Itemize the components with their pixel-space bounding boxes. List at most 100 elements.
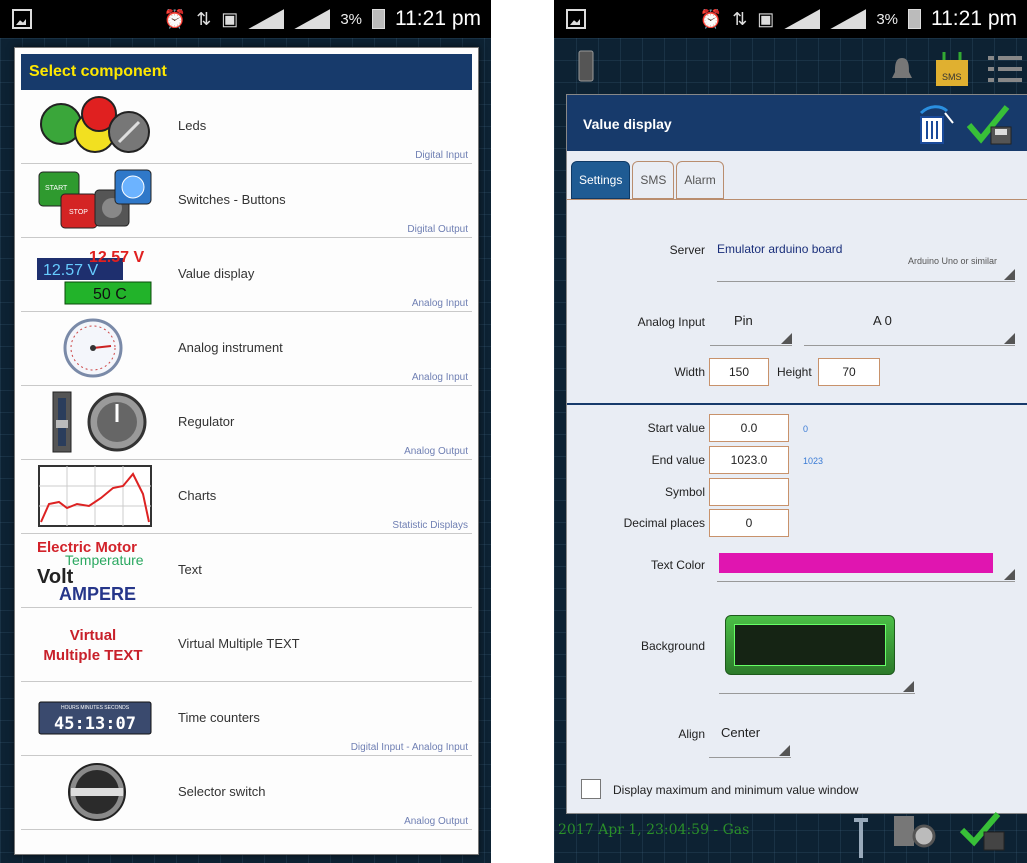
time-counters-icon: HOURS MINUTES SECONDS 45:13:07 <box>38 701 152 735</box>
tab-alarm[interactable]: Alarm <box>676 161 724 199</box>
status-bar: ⏰ ⇅ ▣ 3% 11:21 pm <box>554 0 1027 38</box>
svg-text:STOP: STOP <box>69 209 88 216</box>
component-name: Switches - Buttons <box>178 192 286 207</box>
regulator-icon <box>52 391 147 453</box>
save-bottom-icon[interactable] <box>958 812 1008 852</box>
text-icon: Electric Motor Temperature Volt AMPERE <box>37 539 144 602</box>
decimal-places-field[interactable]: 0 <box>709 509 789 537</box>
text-color-dropdown-arrow-icon[interactable] <box>1004 569 1015 580</box>
text-color-swatch[interactable] <box>719 553 993 573</box>
component-category: Digital Input - Analog Input <box>350 742 468 753</box>
battery-percent: 3% <box>340 10 362 28</box>
component-regulator[interactable]: Regulator Analog Output <box>21 386 472 460</box>
component-charts[interactable]: Charts Statistic Displays <box>21 460 472 534</box>
device-icon[interactable] <box>578 50 594 82</box>
component-switches-buttons[interactable]: START STOP Switches - Buttons Digital Ou… <box>21 164 472 238</box>
footer-status: 2017 Apr 1, 23:04:59 - Gas <box>558 822 750 838</box>
component-name: Charts <box>178 488 217 503</box>
analog-instrument-icon <box>63 318 123 378</box>
workspace-toolbar: SMS <box>554 38 1027 94</box>
component-category: Analog Output <box>404 816 468 827</box>
select-component-dialog: Select component Leds Digital Input STAR… <box>14 47 479 855</box>
component-leds[interactable]: Leds Digital Input <box>21 90 472 164</box>
symbol-label: Symbol <box>664 485 705 499</box>
server-value[interactable]: Emulator arduino board <box>717 242 842 256</box>
save-icon[interactable] <box>967 105 1013 145</box>
background-dropdown-line <box>719 693 915 694</box>
component-name: Selector switch <box>178 784 266 799</box>
pole-icon <box>854 818 868 858</box>
background-dropdown-arrow-icon[interactable] <box>903 681 914 692</box>
menu-icon[interactable] <box>988 54 1022 84</box>
sim-icon: ▣ <box>757 8 775 29</box>
selector-switch-icon <box>68 763 126 821</box>
start-value-hint: 0 <box>803 424 809 434</box>
align-dropdown-line <box>709 757 791 758</box>
start-value-field[interactable]: 0.0 <box>709 414 789 442</box>
component-selector-switch[interactable]: Selector switch Analog Output <box>21 756 472 830</box>
end-value-field[interactable]: 1023.0 <box>709 446 789 474</box>
battery-percent: 3% <box>876 10 898 28</box>
tab-sms[interactable]: SMS <box>632 161 675 199</box>
component-list: Leds Digital Input START STOP Switches -… <box>21 90 472 830</box>
tab-underline <box>567 199 1027 200</box>
align-label: Align <box>678 727 705 741</box>
pin-dropdown-arrow-icon[interactable] <box>781 333 792 344</box>
tab-bar: Settings SMS Alarm <box>571 161 724 199</box>
pin-label[interactable]: Pin <box>734 313 753 328</box>
background-label: Background <box>640 639 705 653</box>
dialog-title: Value display <box>583 116 672 132</box>
preview-text-d: AMPERE <box>59 584 136 602</box>
align-dropdown-arrow-icon[interactable] <box>779 745 790 756</box>
server-dropdown-arrow-icon[interactable] <box>1004 269 1015 280</box>
symbol-field[interactable] <box>709 478 789 506</box>
component-category: Digital Input <box>415 150 468 161</box>
component-name: Virtual Multiple TEXT <box>178 636 300 651</box>
preview-v1: 12.57 V <box>89 249 144 266</box>
clock: 11:21 pm <box>395 7 481 30</box>
tab-settings[interactable]: Settings <box>571 161 631 199</box>
align-value[interactable]: Center <box>721 725 760 740</box>
pin-value[interactable]: A 0 <box>873 313 892 328</box>
preview-tc-labels: HOURS MINUTES SECONDS <box>61 705 130 711</box>
component-category: Analog Input <box>411 298 468 309</box>
width-field[interactable]: 150 <box>709 358 769 386</box>
signal-icon <box>784 9 820 29</box>
left-screen: ⏰ ⇅ ▣ 3% 11:21 pm Select component Leds <box>0 0 491 863</box>
component-name: Leds <box>178 118 207 133</box>
sms-icon[interactable]: SMS <box>934 50 970 88</box>
preview-vm-b: Multiple TEXT <box>43 647 142 664</box>
alarm-icon: ⏰ <box>163 8 187 29</box>
section-divider <box>567 403 1027 405</box>
settings-gear-icon[interactable] <box>894 812 938 852</box>
component-virtual-multiple-text[interactable]: Virtual Multiple TEXT Virtual Multiple T… <box>21 608 472 682</box>
component-time-counters[interactable]: HOURS MINUTES SECONDS 45:13:07 Time coun… <box>21 682 472 756</box>
background-preview[interactable] <box>725 615 895 675</box>
preview-t: 50 C <box>93 286 127 303</box>
component-name: Value display <box>178 266 255 281</box>
analog-input-label: Analog Input <box>637 315 705 329</box>
width-label: Width <box>674 365 705 379</box>
sim-icon: ▣ <box>221 8 239 29</box>
pin-value-dropdown-arrow-icon[interactable] <box>1004 333 1015 344</box>
svg-text:START: START <box>45 185 68 192</box>
component-name: Text <box>178 562 202 577</box>
usb-icon: ⇅ <box>732 8 748 29</box>
gallery-icon <box>12 9 32 29</box>
right-screen: ⏰ ⇅ ▣ 3% 11:21 pm SMS Value display Sett… <box>554 0 1027 863</box>
minmax-checkbox[interactable] <box>581 779 601 799</box>
text-color-dropdown-line <box>717 581 1015 582</box>
height-field[interactable]: 70 <box>818 358 880 386</box>
bell-icon[interactable] <box>890 56 914 84</box>
server-label: Server <box>669 243 705 257</box>
component-text[interactable]: Electric Motor Temperature Volt AMPERE T… <box>21 534 472 608</box>
dialog-title: Select component <box>21 54 472 90</box>
preview-text-b: Temperature <box>65 552 144 568</box>
preview-tc-digits: 45:13:07 <box>54 714 136 734</box>
charts-icon <box>38 465 152 527</box>
delete-icon[interactable] <box>915 105 955 145</box>
component-analog-instrument[interactable]: Analog instrument Analog Input <box>21 312 472 386</box>
switches-buttons-icon: START STOP <box>38 169 152 229</box>
battery-icon <box>908 9 921 29</box>
component-value-display[interactable]: 12.57 V 12.57 V 50 C Value display Analo… <box>21 238 472 312</box>
